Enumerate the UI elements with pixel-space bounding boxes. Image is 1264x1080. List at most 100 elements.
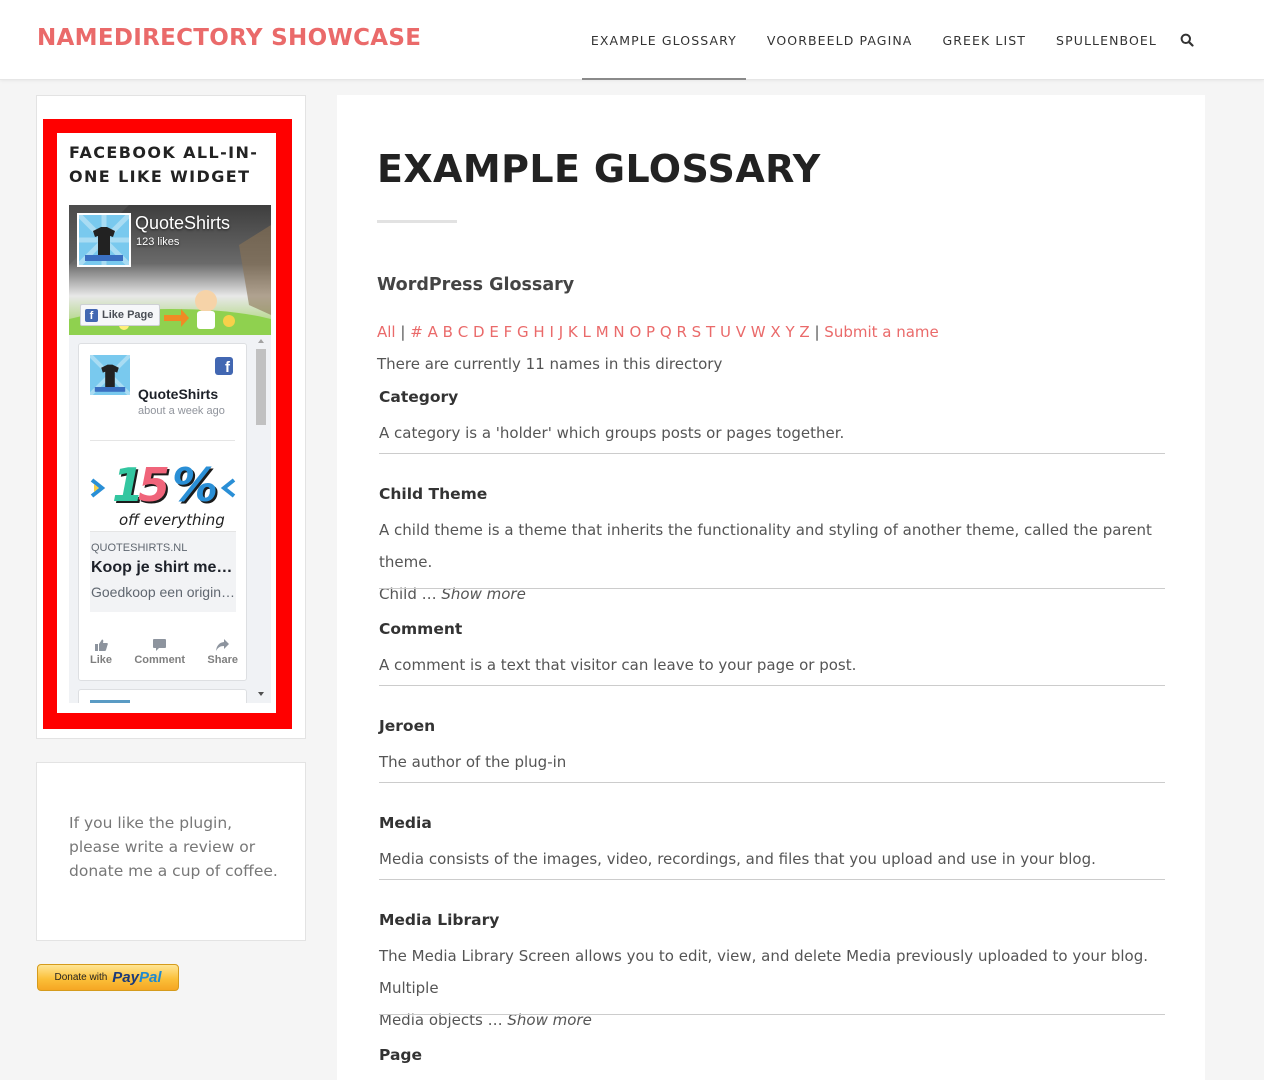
letter-link[interactable]: P [646, 323, 655, 341]
fb-widget-frame: FACEBOOK ALL-IN-ONE LIKE WIDGET QuoteShi… [43, 119, 292, 729]
glossary-entry: Media Media consists of the images, vide… [379, 811, 1165, 880]
scroll-up-icon[interactable] [255, 336, 267, 346]
entry-description-cont: Media objects … Show more [379, 1004, 1165, 1036]
letter-link[interactable]: H [533, 323, 544, 341]
glossary-heading: WordPress Glossary [377, 275, 575, 295]
letter-link[interactable]: # [410, 323, 423, 341]
svg-text:%: % [172, 458, 218, 512]
fb-post-author[interactable]: QuoteShirts [138, 386, 218, 402]
fb-like-label: Like [90, 654, 113, 666]
nav-item-spullenboel[interactable]: SPULLENBOEL [1041, 0, 1172, 80]
entry-description: A category is a 'holder' which groups po… [379, 424, 845, 442]
letter-link[interactable]: O [629, 323, 641, 341]
nav-item-example-glossary[interactable]: EXAMPLE GLOSSARY [576, 0, 752, 80]
letter-link[interactable]: W [751, 323, 766, 341]
letter-link[interactable]: K [568, 323, 578, 341]
fb-post-actions: Like Comment Share [90, 639, 238, 666]
letter-link[interactable]: D [473, 323, 485, 341]
facebook-logo-icon[interactable]: f [215, 357, 233, 375]
fb-post-avatar[interactable] [88, 353, 132, 397]
letter-link[interactable]: F [504, 323, 513, 341]
main-nav: EXAMPLE GLOSSARY VOORBEELD PAGINA GREEK … [576, 0, 1202, 80]
entry-description: Media consists of the images, video, rec… [379, 850, 1096, 868]
separator: | [400, 323, 406, 341]
letter-link[interactable]: C [458, 323, 468, 341]
fb-like-page-label: Like Page [102, 309, 154, 321]
fb-feed-scrollbar[interactable] [255, 335, 267, 703]
share-icon [216, 639, 230, 651]
fb-post-timestamp[interactable]: about a week ago [138, 405, 225, 417]
paypal-donate-button[interactable]: Donate with PayPal [37, 964, 179, 991]
separator: | [814, 323, 820, 341]
letter-link[interactable]: L [583, 323, 591, 341]
letter-links: # A B C D E F G H I J K L M N O P Q R S … [410, 323, 809, 341]
letter-link[interactable]: U [720, 323, 731, 341]
letter-link[interactable]: V [736, 323, 746, 341]
filter-all-link[interactable]: All [377, 323, 396, 341]
fb-page-cover[interactable]: QuoteShirts 123 likes f Like Page [69, 205, 271, 335]
fb-feed-scroll-thumb[interactable] [256, 349, 266, 425]
discount-promo-icon: 1 1 5 5 % % off everything [90, 458, 236, 529]
fb-link-domain: QUOTESHIRTS.NL [91, 542, 188, 554]
quoteshirts-avatar-icon [88, 353, 132, 397]
scroll-down-icon[interactable] [255, 689, 267, 699]
letter-link[interactable]: Z [799, 323, 809, 341]
letter-link[interactable]: B [443, 323, 453, 341]
nav-item-voorbeeld-pagina[interactable]: VOORBEELD PAGINA [752, 0, 928, 80]
fb-comment-button[interactable]: Comment [134, 639, 185, 666]
fb-feed[interactable]: f QuoteShirts about a week ago 1 1 5 5 %… [69, 335, 271, 703]
letter-link[interactable]: I [549, 323, 553, 341]
letter-link[interactable]: A [428, 323, 438, 341]
paypal-donate-label: Donate with [54, 972, 108, 983]
paypal-logo-icon: PayPal [112, 969, 161, 986]
fb-like-page-button[interactable]: f Like Page [80, 304, 161, 326]
fb-page-logo[interactable] [77, 213, 131, 267]
fb-share-button[interactable]: Share [207, 639, 238, 666]
fb-link-description: Goedkoop een origineel shirt [91, 584, 235, 600]
fb-post-divider [90, 440, 235, 441]
facebook-icon: f [85, 308, 98, 322]
glossary-entry: Comment A comment is a text that visitor… [379, 617, 1165, 686]
fb-page-name[interactable]: QuoteShirts [135, 213, 230, 234]
letter-link[interactable]: S [692, 323, 702, 341]
fb-post-next [78, 689, 247, 703]
submit-name-link[interactable]: Submit a name [824, 323, 938, 341]
fb-widget-inner: FACEBOOK ALL-IN-ONE LIKE WIDGET QuoteShi… [57, 133, 276, 713]
donate-text: If you like the plugin, please write a r… [69, 814, 278, 880]
letter-link[interactable]: Y [785, 323, 794, 341]
fb-like-button[interactable]: Like [90, 639, 112, 666]
entry-divider [379, 1014, 1165, 1015]
letter-link[interactable]: X [770, 323, 780, 341]
fb-link-preview[interactable]: QUOTESHIRTS.NL Koop je shirt met quote b… [90, 531, 236, 612]
letter-link[interactable]: G [517, 323, 529, 341]
letter-link[interactable]: Q [660, 323, 672, 341]
entry-divider [379, 782, 1165, 783]
fb-share-label: Share [207, 654, 238, 666]
nav-item-greek-list[interactable]: GREEK LIST [927, 0, 1041, 80]
search-icon[interactable] [1172, 0, 1202, 80]
glossary-entry: Media Library The Media Library Screen a… [379, 908, 1165, 1036]
entry-description: The Media Library Screen allows you to e… [379, 947, 1149, 997]
entry-divider [379, 588, 1165, 589]
site-header: NAMEDIRECTORY SHOWCASE EXAMPLE GLOSSARY … [0, 0, 1264, 80]
fb-post-next-avatar [90, 700, 130, 703]
letter-link[interactable]: E [489, 323, 498, 341]
letter-link[interactable]: M [596, 323, 609, 341]
page-title: EXAMPLE GLOSSARY [377, 147, 821, 191]
letter-link[interactable]: R [676, 323, 686, 341]
letter-link[interactable]: T [706, 323, 715, 341]
letter-link[interactable]: J [559, 323, 563, 341]
site-title[interactable]: NAMEDIRECTORY SHOWCASE [37, 25, 421, 51]
quoteshirts-logo-icon [77, 213, 131, 267]
letter-link[interactable]: N [613, 323, 624, 341]
fb-page-likes: 123 likes [136, 236, 180, 248]
entry-divider [379, 879, 1165, 880]
entry-description: The author of the plug-in [379, 753, 567, 771]
entry-name: Page [379, 1046, 423, 1064]
fb-post-image[interactable]: 1 1 5 5 % % off everything [90, 452, 236, 530]
main-content: EXAMPLE GLOSSARY WordPress Glossary All … [337, 95, 1205, 1080]
alphabet-filter: All | # A B C D E F G H I J K L M N O P … [377, 323, 939, 341]
entry-name: Media Library [379, 911, 500, 929]
entry-description: A child theme is a theme that inherits t… [379, 521, 1152, 571]
fb-link-title[interactable]: Koop je shirt met quote bij QuoteShirts [91, 559, 235, 577]
